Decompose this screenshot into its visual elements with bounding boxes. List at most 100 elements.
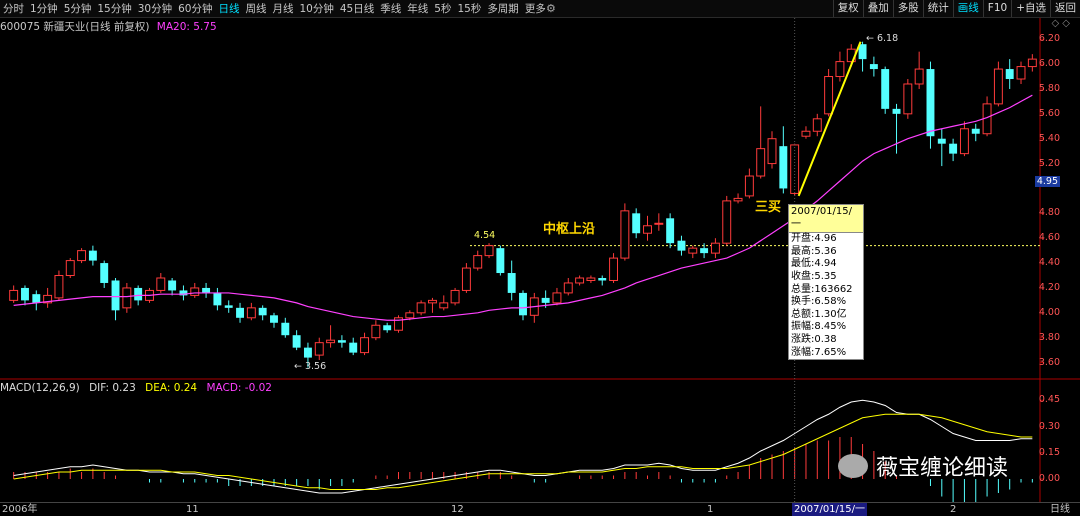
candle-body-54 xyxy=(620,210,630,259)
ma20-line xyxy=(13,94,1033,321)
candle-body-38 xyxy=(439,302,449,309)
candle-body-35 xyxy=(405,312,415,319)
macd-tick-label-3: 0.00 xyxy=(1038,473,1060,484)
candle-body-36 xyxy=(416,302,426,314)
candle-body-73 xyxy=(835,61,845,78)
candle-tooltip: 2007/01/15/一 开盘:4.96 最高:5.36 最低:4.94 收盘:5.3… xyxy=(788,204,864,361)
wechat-icon xyxy=(838,454,868,478)
macd-tick-label-1: 0.30 xyxy=(1038,420,1060,432)
price-tick-label-12: 3.60 xyxy=(1038,356,1060,368)
candle-body-23 xyxy=(270,315,278,323)
price-tick-label-2: 5.80 xyxy=(1038,82,1060,94)
price-tick-label-4: 5.40 xyxy=(1038,132,1060,144)
candle-body-37 xyxy=(427,299,437,304)
macd-tick-label-0: 0.45 xyxy=(1038,394,1060,406)
candle-body-2 xyxy=(32,294,41,303)
price-tick-label-11: 3.80 xyxy=(1038,331,1060,343)
candle-body-49 xyxy=(563,282,573,294)
price-tick-label-8: 4.40 xyxy=(1038,257,1060,269)
candle-body-33 xyxy=(383,325,392,331)
candle-body-70 xyxy=(801,130,811,137)
candle-body-39 xyxy=(450,289,460,304)
candle-body-51 xyxy=(586,277,596,281)
candle-body-83 xyxy=(949,143,958,154)
candle-body-19 xyxy=(224,305,233,308)
candle-body-64 xyxy=(733,197,743,202)
candle-body-14 xyxy=(168,280,177,291)
axis-year: 2006年 xyxy=(2,504,38,515)
candle-body-43 xyxy=(496,248,505,274)
candle-body-82 xyxy=(937,138,946,144)
zhongshu-label: 中枢上沿 xyxy=(543,222,596,237)
candle-body-42 xyxy=(484,245,494,257)
tooltip-row-0: 开盘:4.96 xyxy=(791,233,837,245)
candle-body-18 xyxy=(213,292,222,306)
candle-body-27 xyxy=(314,342,324,356)
candle-body-17 xyxy=(202,287,211,293)
candle-body-80 xyxy=(914,68,924,85)
candle-body-55 xyxy=(632,213,641,234)
sanmai-label: 三买 xyxy=(755,200,782,215)
candle-body-57 xyxy=(654,222,664,225)
candle-body-84 xyxy=(959,128,969,155)
price-tick-label-6: 4.80 xyxy=(1038,207,1060,219)
candle-body-21 xyxy=(246,307,256,319)
candle-body-63 xyxy=(722,200,732,244)
tooltip-row-7: 振幅:8.45% xyxy=(791,321,847,333)
candle-body-9 xyxy=(111,280,120,311)
candle-body-52 xyxy=(598,277,607,281)
candle-body-88 xyxy=(1005,69,1014,80)
candle-body-31 xyxy=(360,337,370,354)
candle-body-78 xyxy=(892,108,901,114)
candle-body-24 xyxy=(281,322,290,336)
candle-body-61 xyxy=(700,248,709,254)
candle-body-28 xyxy=(326,339,336,344)
price-tick-label-9: 4.20 xyxy=(1038,281,1060,293)
price-tick-label-0: 6.20 xyxy=(1038,33,1060,45)
candle-body-47 xyxy=(541,297,550,303)
candle-body-44 xyxy=(507,273,516,293)
candle-body-77 xyxy=(881,69,890,109)
candle-body-16 xyxy=(190,287,200,296)
macd-dif: DIF: 0.23 xyxy=(89,382,136,394)
axis-cursor-date: 2007/01/15/一 xyxy=(792,503,868,516)
watermark: 薇宝缠论细读 xyxy=(838,450,1008,482)
price-tick-label-1: 6.00 xyxy=(1038,58,1060,70)
candle-body-68 xyxy=(779,146,788,189)
candle-body-8 xyxy=(100,263,109,283)
candle-body-71 xyxy=(812,118,822,132)
trend-arrow-line xyxy=(797,41,862,197)
axis-month-1: 1 xyxy=(707,504,714,515)
price-tick-label-5: 5.20 xyxy=(1038,157,1060,169)
low-label: ← 3.56 xyxy=(294,361,327,372)
axis-month-11: 11 xyxy=(186,504,199,515)
macd-value: MACD: -0.02 xyxy=(206,382,272,394)
candle-body-0 xyxy=(9,289,19,301)
candle-body-75 xyxy=(858,44,867,60)
tooltip-row-3: 收盘:5.35 xyxy=(791,270,837,282)
date-axis: 2006年 11 12 1 2007/01/15/一 2 日线 xyxy=(0,502,1080,516)
candle-body-25 xyxy=(292,335,301,348)
candle-body-62 xyxy=(710,242,720,254)
candle-body-32 xyxy=(371,324,381,339)
candle-body-20 xyxy=(236,307,244,318)
candle-body-76 xyxy=(869,64,878,70)
candle-body-7 xyxy=(88,250,97,261)
candle-body-26 xyxy=(303,347,312,358)
candle-body-5 xyxy=(65,260,75,277)
tooltip-row-5: 换手:6.58% xyxy=(791,296,847,308)
price-chart[interactable] xyxy=(0,0,1080,515)
candle-body-10 xyxy=(122,287,132,309)
candle-body-66 xyxy=(756,148,766,177)
candle-body-13 xyxy=(156,277,166,291)
tooltip-date: 2007/01/15/一 xyxy=(789,205,863,234)
candle-body-60 xyxy=(688,247,698,254)
axis-period: 日线 xyxy=(1050,504,1070,515)
candle-body-58 xyxy=(666,218,675,244)
candle-body-87 xyxy=(993,68,1003,105)
price-tick-label-7: 4.60 xyxy=(1038,232,1060,244)
candle-body-48 xyxy=(552,292,562,304)
candle-body-50 xyxy=(575,277,585,284)
tooltip-row-6: 总额:1.30亿 xyxy=(791,308,847,320)
macd-tick-label-2: 0.15 xyxy=(1038,446,1060,458)
